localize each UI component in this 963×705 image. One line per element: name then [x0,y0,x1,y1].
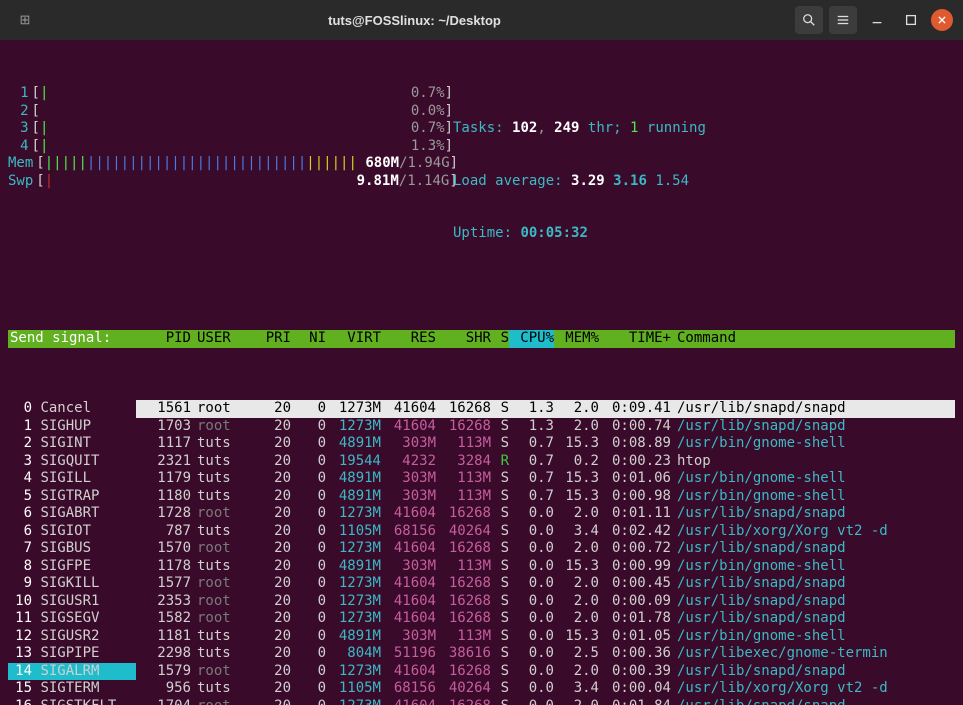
process-row[interactable]: 1178tuts2004891M303M113MS0.015.30:00.99/… [136,558,955,576]
swp-bar: Swp[| 9.81M/1.14G] [8,173,453,191]
process-row[interactable]: 1704root2001273M4160416268S0.02.00:01.84… [136,698,955,705]
col-shr[interactable]: SHR [436,330,491,348]
col-res[interactable]: RES [381,330,436,348]
signal-item[interactable]: 3 SIGQUIT [8,453,136,471]
process-row[interactable]: 2321tuts2001954442323284R0.70.20:00.23ht… [136,453,955,471]
maximize-icon [904,13,918,27]
close-icon [937,15,947,25]
signal-item[interactable]: 5 SIGTRAP [8,488,136,506]
signal-item[interactable]: 12 SIGUSR2 [8,628,136,646]
col-user[interactable]: USER [191,330,251,348]
cpu-bar: 3 [| 0.7%] [8,120,453,138]
col-time[interactable]: TIME+ [599,330,671,348]
maximize-button[interactable] [897,6,925,34]
system-summary: 1 [| 0.7%]2 [ 0.0%]3 [| 0.7%]4 [| [8,85,955,278]
process-row[interactable]: 2353root2001273M4160416268S0.02.00:00.09… [136,593,955,611]
col-ni[interactable]: NI [291,330,326,348]
process-row[interactable]: 956tuts2001105M6815640264S0.03.40:00.04/… [136,680,955,698]
process-list[interactable]: 1561root2001273M4160416268S1.32.00:09.41… [136,400,955,705]
process-row[interactable]: 1180tuts2004891M303M113MS0.715.30:00.98/… [136,488,955,506]
menu-button[interactable] [829,6,857,34]
signal-item[interactable]: 13 SIGPIPE [8,645,136,663]
search-icon [802,13,816,27]
mem-bar: Mem[||||||||||||||||||||||||||||||||||||… [8,155,453,173]
minimize-icon [870,13,884,27]
signal-item[interactable]: 8 SIGFPE [8,558,136,576]
signal-item[interactable]: 2 SIGINT [8,435,136,453]
signal-item[interactable]: 9 SIGKILL [8,575,136,593]
process-row[interactable]: 1582root2001273M4160416268S0.02.00:01.78… [136,610,955,628]
col-mem[interactable]: MEM% [554,330,599,348]
tasks-line: Tasks: 102, 249 thr; 1 running [453,120,955,138]
activity-icon: ⊞ [10,12,40,28]
process-row[interactable]: 1570root2001273M4160416268S0.02.00:00.72… [136,540,955,558]
cpu-bar: 2 [ 0.0%] [8,103,453,121]
process-row[interactable]: 2298tuts200804M5119638616S0.02.50:00.36/… [136,645,955,663]
hamburger-icon [836,13,850,27]
process-row[interactable]: 1728root2001273M4160416268S0.02.00:01.11… [136,505,955,523]
uptime-line: Uptime: 00:05:32 [453,225,955,243]
close-button[interactable] [931,9,953,31]
col-virt[interactable]: VIRT [326,330,381,348]
cpu-bar: 1 [| 0.7%] [8,85,453,103]
signal-item[interactable]: 6 SIGIOT [8,523,136,541]
process-row[interactable]: 1703root2001273M4160416268S1.32.00:00.74… [136,418,955,436]
process-row[interactable]: 787tuts2001105M6815640264S0.03.40:02.42/… [136,523,955,541]
signal-item[interactable]: 7 SIGBUS [8,540,136,558]
column-headers: Send signal: PID USER PRI NI VIRT RES SH… [8,330,955,348]
process-row[interactable]: 1117tuts2004891M303M113MS0.715.30:08.89/… [136,435,955,453]
signal-header: Send signal: [8,330,111,346]
terminal[interactable]: 1 [| 0.7%]2 [ 0.0%]3 [| 0.7%]4 [| [0,40,963,705]
process-row[interactable]: 1561root2001273M4160416268S1.32.00:09.41… [136,400,955,418]
col-s[interactable]: S [491,330,509,348]
col-cmd[interactable]: Command [671,330,955,348]
signal-list[interactable]: 0 Cancel1 SIGHUP2 SIGINT3 SIGQUIT4 SIGIL… [8,400,136,705]
col-pid[interactable]: PID [136,330,191,348]
signal-item[interactable]: 16 SIGSTKFLT [8,698,136,705]
signal-item[interactable]: 14 SIGALRM [8,663,136,681]
process-row[interactable]: 1577root2001273M4160416268S0.02.00:00.45… [136,575,955,593]
search-button[interactable] [795,6,823,34]
signal-item[interactable]: 1 SIGHUP [8,418,136,436]
process-row[interactable]: 1179tuts2004891M303M113MS0.715.30:01.06/… [136,470,955,488]
process-row[interactable]: 1181tuts2004891M303M113MS0.015.30:01.05/… [136,628,955,646]
signal-item[interactable]: 15 SIGTERM [8,680,136,698]
cpu-bar: 4 [| 1.3%] [8,138,453,156]
minimize-button[interactable] [863,6,891,34]
load-line: Load average: 3.29 3.16 1.54 [453,173,955,191]
signal-item[interactable]: 4 SIGILL [8,470,136,488]
col-cpu[interactable]: CPU% [509,330,554,348]
signal-item[interactable]: 6 SIGABRT [8,505,136,523]
signal-item[interactable]: 11 SIGSEGV [8,610,136,628]
signal-item[interactable]: 10 SIGUSR1 [8,593,136,611]
signal-item[interactable]: 0 Cancel [8,400,136,418]
titlebar: ⊞ tuts@FOSSlinux: ~/Desktop [0,0,963,40]
col-pri[interactable]: PRI [251,330,291,348]
process-row[interactable]: 1579root2001273M4160416268S0.02.00:00.39… [136,663,955,681]
window-title: tuts@FOSSlinux: ~/Desktop [40,13,789,28]
